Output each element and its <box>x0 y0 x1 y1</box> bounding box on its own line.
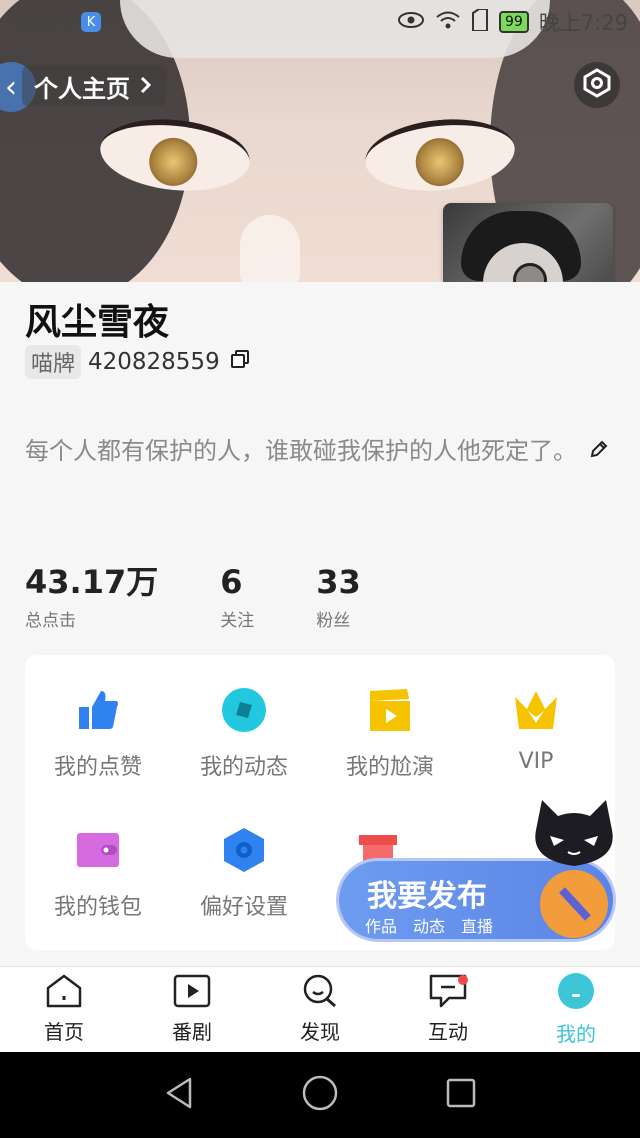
k-badge-icon: K <box>81 12 101 32</box>
profile-name: 风尘雪夜 <box>25 302 170 343</box>
copy-icon[interactable] <box>230 349 250 375</box>
status-bar: 未插卡 K 99 晚上7:29 <box>0 0 640 44</box>
page-title[interactable]: 个人主页 <box>22 66 166 106</box>
stat-label: 关注 <box>220 611 255 631</box>
recents-square-icon[interactable] <box>446 1078 476 1112</box>
back-triangle-icon[interactable] <box>164 1076 194 1114</box>
profile-icon <box>557 972 595 1014</box>
tab-discover[interactable]: 发现 <box>256 967 384 1052</box>
tab-anime[interactable]: 番剧 <box>128 967 256 1052</box>
tab-label: 我的 <box>556 1022 596 1046</box>
feature-label: 我的钱包 <box>53 895 142 920</box>
play-icon <box>173 974 211 1012</box>
tab-interact[interactable]: 互动 <box>384 967 512 1052</box>
feature-moments[interactable]: 我的动态 <box>171 687 317 781</box>
eye-icon <box>397 10 425 35</box>
stat-label: 总点击 <box>25 611 76 631</box>
user-id: 420828559 <box>88 349 250 375</box>
feature-preferences[interactable]: 偏好设置 <box>171 827 317 921</box>
feature-label: 我的动态 <box>199 755 288 780</box>
tab-mine[interactable]: 我的 <box>512 967 640 1052</box>
tab-label: 首页 <box>44 1020 84 1044</box>
sim-icon <box>471 7 489 36</box>
stat-value: 6 <box>220 563 243 601</box>
notification-dot <box>458 975 468 985</box>
clapper-icon <box>367 687 413 733</box>
feature-acting[interactable]: 我的尬演 <box>317 687 463 781</box>
feature-wallet[interactable]: 我的钱包 <box>25 827 171 921</box>
wallet-icon <box>75 827 121 873</box>
feature-likes[interactable]: 我的点赞 <box>25 687 171 781</box>
carrier-text: 未插卡 <box>12 11 75 35</box>
chevron-right-icon <box>140 72 152 100</box>
feature-label: 偏好设置 <box>199 895 288 920</box>
stat-total-clicks[interactable]: 43.17万 总点击 <box>25 562 158 631</box>
feature-label: 我的点赞 <box>53 755 142 780</box>
publish-option-work: 作品 <box>365 917 398 936</box>
publish-options: 作品 动态 直播 <box>365 913 493 937</box>
battery-icon: 99 <box>499 11 529 33</box>
user-badge: 喵牌 <box>25 345 82 379</box>
close-circle-icon: ‹ <box>5 69 17 105</box>
settings-button[interactable] <box>574 62 620 108</box>
tab-label: 番剧 <box>172 1020 212 1044</box>
publish-option-live: 直播 <box>461 917 494 936</box>
stat-followers[interactable]: 33 粉丝 <box>316 562 361 631</box>
thumbs-up-icon <box>75 687 121 733</box>
bottom-tab-bar: 首页 番剧 发现 互动 我的 <box>0 966 640 1052</box>
page-title-text: 个人主页 <box>34 74 130 103</box>
wifi-icon <box>435 10 461 35</box>
publish-option-moment: 动态 <box>413 917 446 936</box>
home-circle-icon[interactable] <box>302 1075 338 1115</box>
feature-vip[interactable]: VIP <box>463 687 609 774</box>
user-id-text: 420828559 <box>88 349 220 375</box>
publish-title: 我要发布 <box>367 879 487 914</box>
profile-stats: 43.17万 总点击 6 关注 33 粉丝 <box>25 562 423 631</box>
tab-label: 发现 <box>300 1020 340 1044</box>
tab-home[interactable]: 首页 <box>0 967 128 1052</box>
crown-icon <box>513 687 559 733</box>
stat-label: 粉丝 <box>316 611 351 631</box>
cat-mascot-icon <box>528 800 620 940</box>
discover-icon <box>301 974 339 1012</box>
feature-label: VIP <box>518 749 554 774</box>
home-icon <box>45 974 83 1012</box>
stat-value: 33 <box>316 563 361 601</box>
hexagon-gear-icon <box>582 68 612 102</box>
system-nav-bar <box>0 1052 640 1138</box>
hexagon-settings-icon <box>221 827 267 873</box>
moment-icon <box>221 687 267 733</box>
edit-pencil-icon[interactable] <box>589 433 609 471</box>
tab-label: 互动 <box>428 1020 468 1044</box>
stat-following[interactable]: 6 关注 <box>220 562 254 631</box>
status-time: 晚上7:29 <box>538 11 628 35</box>
bio-text: 每个人都有保护的人，谁敢碰我保护的人他死定了。 <box>25 437 577 465</box>
feature-label: 我的尬演 <box>345 755 434 780</box>
profile-bio: 每个人都有保护的人，谁敢碰我保护的人他死定了。 <box>25 432 615 471</box>
stat-value: 43.17万 <box>25 563 159 601</box>
